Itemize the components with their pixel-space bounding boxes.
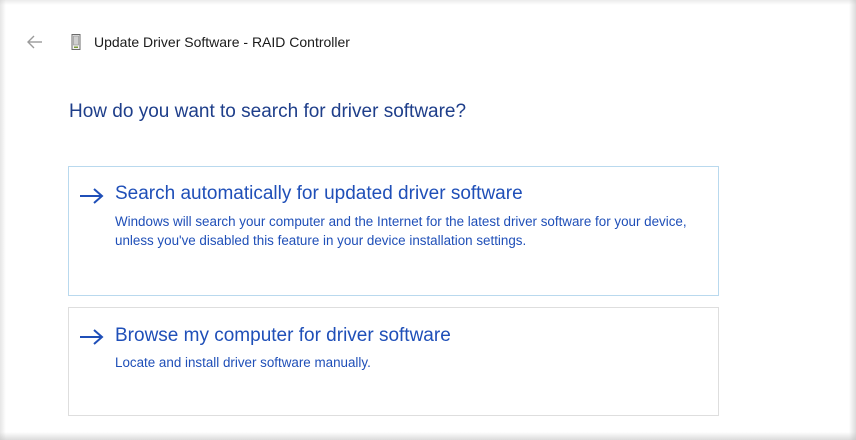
- window-title: Update Driver Software - RAID Controller: [94, 34, 350, 50]
- search-automatically-option[interactable]: Search automatically for updated driver …: [68, 166, 719, 296]
- right-arrow-icon: [80, 329, 104, 345]
- page-heading: How do you want to search for driver sof…: [69, 101, 467, 122]
- browse-computer-option[interactable]: Browse my computer for driver software L…: [68, 307, 719, 416]
- back-button[interactable]: [24, 33, 46, 51]
- browse-computer-description: Locate and install driver software manua…: [115, 355, 371, 370]
- browse-computer-title: Browse my computer for driver software: [115, 325, 451, 346]
- right-arrow-icon: [80, 188, 104, 204]
- wizard-window: Update Driver Software - RAID Controller…: [0, 0, 856, 440]
- window-shadow-left: [0, 0, 6, 440]
- search-automatically-title: Search automatically for updated driver …: [115, 183, 523, 204]
- back-arrow-icon: [27, 35, 42, 49]
- window-shadow-top: [0, 0, 856, 5]
- window-shadow-right: [849, 0, 856, 440]
- device-icon: [71, 34, 81, 50]
- search-automatically-description: Windows will search your computer and th…: [115, 214, 687, 248]
- window-shadow-bottom: [0, 432, 856, 440]
